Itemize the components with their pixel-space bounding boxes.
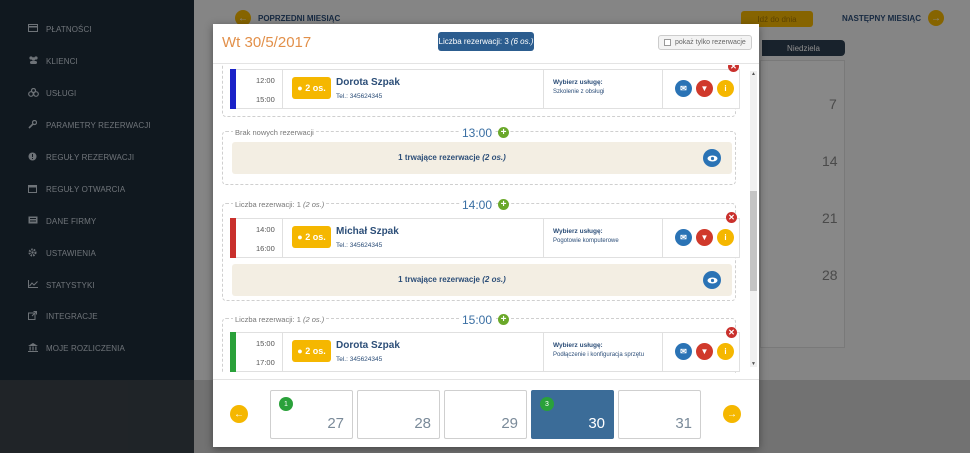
client-phone: Tel.: 345624345 [336,356,383,363]
time-slot: 12:00 15:00 ● 2 os. Dorota Szpak Tel.: 3… [222,65,740,117]
modal-header: Wt 30/5/2017 Liczba rezerwacji: 3 (6 os.… [213,24,759,64]
prev-days-button[interactable]: ← [230,405,248,423]
day-reservations-modal: Wt 30/5/2017 Liczba rezerwacji: 3 (6 os.… [213,24,759,447]
slot-label: Liczba rezerwacji: 1 (2 os.) [233,200,327,209]
info-icon[interactable]: i [717,80,734,97]
client-name[interactable]: Michał Szpak [336,226,399,237]
person-icon: ● [297,346,306,356]
reservation-row[interactable]: 15:00 17:00 ● 2 os. Dorota Szpak Tel.: 3… [230,332,740,372]
reservation-actions: ✉ ▼ i [675,229,734,246]
day-card[interactable]: 31 [618,390,701,439]
reservation-color-bar [230,69,236,109]
client-name[interactable]: Dorota Szpak [336,340,400,351]
checkbox-icon[interactable] [664,39,671,46]
mail-icon[interactable]: ✉ [675,343,692,360]
thumbs-down-icon[interactable]: ▼ [696,229,713,246]
scroll-up-icon[interactable]: ▲ [751,71,756,77]
reservation-row[interactable]: 14:00 16:00 ● 2 os. Michał Szpak Tel.: 3… [230,218,740,258]
day-card[interactable]: 1 27 [270,390,353,439]
person-icon: ● [297,83,306,93]
add-reservation-icon[interactable]: + [498,127,509,138]
next-days-button[interactable]: → [723,405,741,423]
day-number: 28 [414,415,431,432]
mail-icon[interactable]: ✉ [675,229,692,246]
day-card[interactable]: 28 [357,390,440,439]
show-only-reservations-toggle[interactable]: pokaż tylko rezerwacje [658,35,752,50]
reservation-row[interactable]: 12:00 15:00 ● 2 os. Dorota Szpak Tel.: 3… [230,69,740,109]
scroll-down-icon[interactable]: ▼ [751,361,756,367]
reservation-count-badge: 1 [279,397,293,411]
slot-time: 15:00 [460,313,495,327]
mail-icon[interactable]: ✉ [675,80,692,97]
info-icon[interactable]: i [717,229,734,246]
modal-scrollbar[interactable]: ▲ ▼ [750,71,757,367]
day-number: 27 [327,415,344,432]
reservation-color-bar [230,218,236,258]
client-phone: Tel.: 345624345 [336,242,383,249]
time-slot: Liczba rezerwacji: 1 (2 os.) 15:00 + 15:… [222,313,740,373]
reservation-count-badge: Liczba rezerwacji: 3 (6 os.) [438,32,534,51]
day-number: 30 [588,415,605,432]
day-card-selected[interactable]: 3 30 [531,390,614,439]
reservation-actions: ✉ ▼ i [675,343,734,360]
slot-time: 13:00 [460,126,495,140]
modal-body: 12:00 15:00 ● 2 os. Dorota Szpak Tel.: 3… [213,65,759,373]
client-name[interactable]: Dorota Szpak [336,77,400,88]
reservation-color-bar [230,332,236,372]
info-icon[interactable]: i [717,343,734,360]
service-cell: Wybierz usługę: Szkolenie z obsługi [543,70,663,108]
reservation-times: 15:00 17:00 [243,333,283,371]
persons-badge: ● 2 os. [292,77,331,99]
arrow-right-icon: → [727,408,737,420]
delete-reservation-icon[interactable]: ✕ [726,212,737,223]
client-phone: Tel.: 345624345 [336,93,383,100]
slot-label: Brak nowych rezerwacji [233,128,316,137]
person-icon: ● [297,232,306,242]
persons-badge: ● 2 os. [292,340,331,362]
day-picker: ← 1 27 28 29 3 30 31 → [213,379,759,447]
modal-title: Wt 30/5/2017 [222,34,312,51]
day-card[interactable]: 29 [444,390,527,439]
day-number: 31 [675,415,692,432]
ongoing-reservations-bar: 1 trwające rezerwacje (2 os.) [232,142,732,174]
reservation-times: 14:00 16:00 [243,219,283,257]
persons-badge: ● 2 os. [292,226,331,248]
service-cell: Wybierz usługę: Podłączenie i konfigurac… [543,333,663,371]
slot-time: 14:00 [460,198,495,212]
eye-icon[interactable] [703,271,721,289]
service-cell: Wybierz usługę: Pogotowie komputerowe [543,219,663,257]
ongoing-reservations-bar: 1 trwające rezerwacje (2 os.) [232,264,732,296]
eye-icon[interactable] [703,149,721,167]
arrow-left-icon: ← [234,408,244,420]
reservation-actions: ✉ ▼ i [675,80,734,97]
time-slot: Brak nowych rezerwacji 13:00 + 1 trwając… [222,126,736,185]
add-reservation-icon[interactable]: + [498,314,509,325]
add-reservation-icon[interactable]: + [498,199,509,210]
time-slot: Liczba rezerwacji: 1 (2 os.) 14:00 + 14:… [222,198,740,301]
delete-reservation-icon[interactable]: ✕ [726,327,737,338]
thumbs-down-icon[interactable]: ▼ [696,343,713,360]
thumbs-down-icon[interactable]: ▼ [696,80,713,97]
day-number: 29 [501,415,518,432]
slot-label: Liczba rezerwacji: 1 (2 os.) [233,315,327,324]
reservation-count-badge: 3 [540,397,554,411]
reservation-times: 12:00 15:00 [243,70,283,108]
scrollbar-thumb[interactable] [750,191,757,291]
